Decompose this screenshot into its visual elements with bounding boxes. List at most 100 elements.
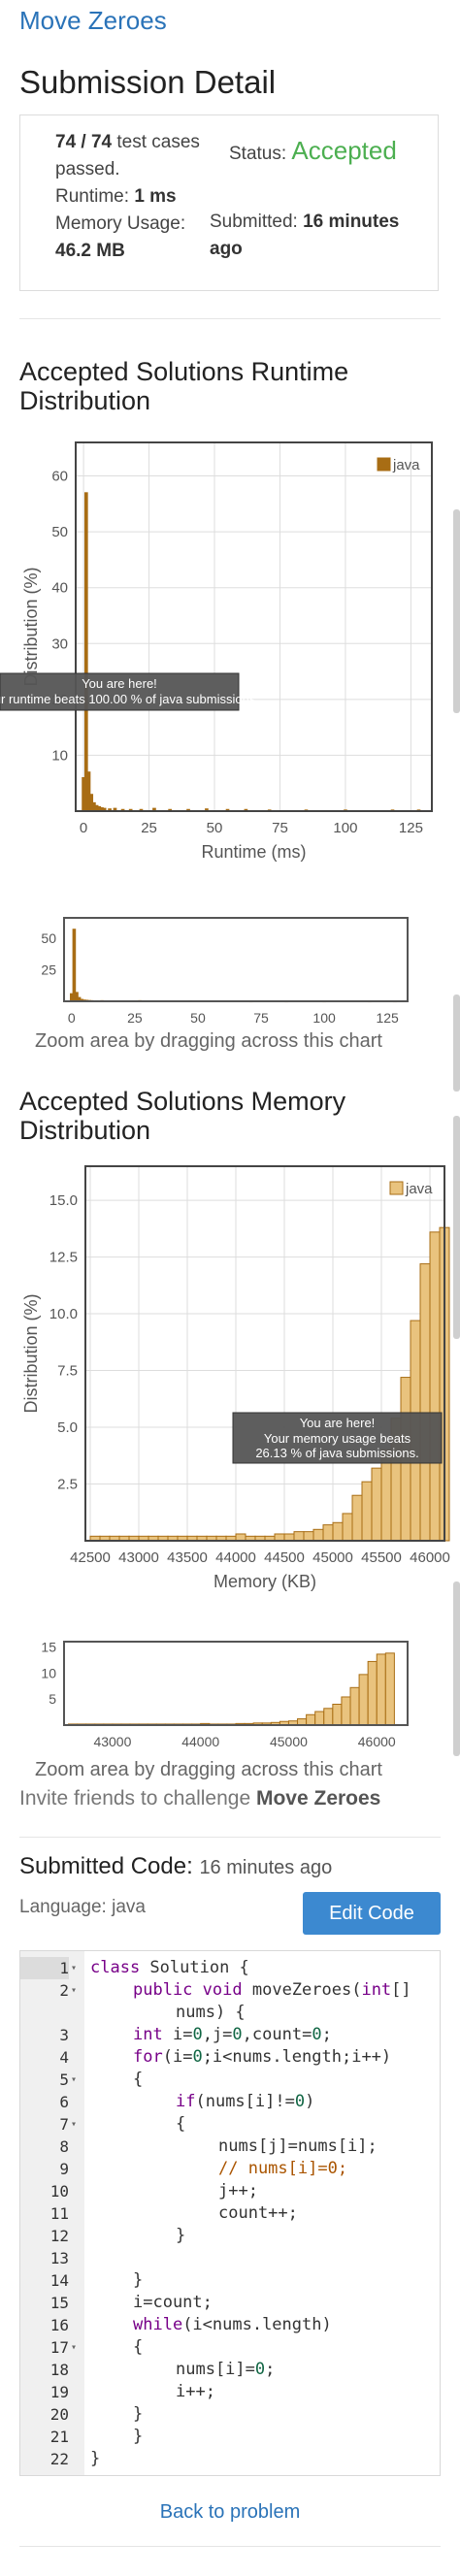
chart-bar: [349, 1686, 360, 1726]
chart-bar: [72, 929, 77, 1002]
code-line[interactable]: 9 // nums[i]=0;: [20, 2158, 440, 2180]
y-tick-label: 12.5: [49, 1250, 78, 1266]
runtime-zoom-chart[interactable]: 25 50 0 25 50 75 100 125: [0, 902, 460, 1030]
submission-detail-box: 74 / 74 test cases passed. Runtime: 1 ms…: [19, 114, 439, 291]
submitted-code-time: 16 minutes ago: [199, 1857, 333, 1878]
submitted-code-label: Submitted Code:: [19, 1853, 200, 1879]
chart-bar: [351, 1494, 363, 1542]
y-tick-label: 50: [51, 524, 68, 540]
code-line[interactable]: 4 for(i=0;i<nums.length;i++): [20, 2046, 440, 2069]
back-to-problem-link[interactable]: Back to problem: [0, 2501, 460, 2524]
testcases-passed: passed.: [55, 159, 120, 179]
code-line[interactable]: 22}: [20, 2448, 440, 2470]
code-line[interactable]: 13: [20, 2247, 440, 2269]
memory-title-line1: Accepted Solutions Memory: [19, 1087, 346, 1116]
chart-bar: [293, 1531, 305, 1542]
x-tick-label: 46000: [410, 1549, 450, 1566]
chart-bar: [83, 492, 88, 812]
code-line[interactable]: 2 ▾ public void moveZeroes(int[]: [20, 1979, 440, 2002]
code-editor[interactable]: 1 ▾ class Solution {2 ▾ public void moveZero…: [19, 1950, 441, 2476]
legend-swatch: [377, 457, 391, 472]
runtime-chart[interactable]: 1020304050600255075100125Runtime (ms)Dis…: [0, 423, 460, 869]
memory-zoom-hint: Zoom area by dragging across this chart: [35, 1759, 382, 1780]
fold-arrow-icon[interactable]: ▾: [71, 2113, 77, 2136]
memory-zoom-chart[interactable]: 5 10 15 43000 44000 45000 46000: [0, 1628, 460, 1756]
code-line[interactable]: 17 ▾ {: [20, 2336, 440, 2359]
y-tick-label: 5: [49, 1691, 56, 1707]
x-tick-label: 43000: [118, 1549, 159, 1566]
code-text: }: [133, 2427, 144, 2446]
code-line[interactable]: 16 while(i<nums.length): [20, 2314, 440, 2336]
chart-bar: [323, 1708, 334, 1726]
x-tick-label: 44000: [215, 1549, 256, 1566]
x-tick-label: 50: [207, 820, 223, 836]
x-tick-label: 0: [68, 1010, 76, 1026]
code-line[interactable]: 15 i=count;: [20, 2292, 440, 2314]
code-text: }: [176, 2226, 186, 2245]
line-number: 11: [49, 2204, 69, 2223]
fold-arrow-icon[interactable]: ▾: [71, 2336, 77, 2359]
code-line[interactable]: 1 ▾ class Solution {: [20, 1957, 440, 1979]
chart-bar: [384, 1652, 395, 1726]
y-tick-label: 25: [41, 962, 56, 977]
code-line[interactable]: 18 nums[i]=0;: [20, 2359, 440, 2381]
divider: [19, 2546, 441, 2547]
code-line[interactable]: 20}: [20, 2403, 440, 2426]
divider: [19, 318, 441, 319]
x-tick-label: 125: [376, 1010, 399, 1026]
code-line[interactable]: 19 i++;: [20, 2381, 440, 2403]
code-text: count++;: [218, 2203, 298, 2223]
submitted-label: Submitted:: [210, 212, 304, 232]
memory-chart[interactable]: 2.5 5.0 7.5 10.0 12.5 15.0 42500 43000 43500 4400…: [0, 1153, 460, 1599]
x-tick-label: 45000: [312, 1549, 353, 1566]
edit-code-button[interactable]: Edit Code: [303, 1892, 441, 1935]
code-line[interactable]: 14}: [20, 2269, 440, 2292]
code-line[interactable]: 7 ▾ {: [20, 2113, 440, 2136]
code-line[interactable]: 12}: [20, 2225, 440, 2247]
fold-arrow-icon[interactable]: ▾: [71, 2069, 77, 2091]
fold-arrow-icon[interactable]: ▾: [71, 1957, 77, 1979]
y-tick-label: 15: [41, 1639, 56, 1654]
code-line[interactable]: 11 count++;: [20, 2202, 440, 2225]
chart-bar: [235, 1533, 246, 1542]
chart-bar: [314, 1711, 325, 1726]
code-text: }: [90, 2449, 101, 2468]
scrollbar-thumb[interactable]: [453, 1581, 460, 1756]
code-text: for(i=0;i<nums.length;i++): [133, 2047, 392, 2067]
code-line[interactable]: 5 ▾ {: [20, 2069, 440, 2091]
problem-link[interactable]: Move Zeroes: [19, 6, 167, 36]
y-tick-label: 10: [51, 747, 68, 764]
code-line[interactable]: 8 nums[j]=nums[i];: [20, 2136, 440, 2158]
fold-arrow-icon[interactable]: ▾: [71, 1979, 77, 2002]
code-text: {: [176, 2114, 186, 2134]
chart-bar: [283, 1533, 295, 1542]
tooltip-line: You are here!: [82, 676, 157, 691]
x-tick-label: 42500: [70, 1549, 111, 1566]
x-tick-label: 125: [399, 820, 423, 836]
x-tick-label: 45500: [361, 1549, 402, 1566]
scrollbar-thumb[interactable]: [453, 995, 460, 1092]
chart-bar: [367, 1660, 378, 1726]
chart-bar: [332, 1704, 343, 1726]
code-line[interactable]: 6 if(nums[i]!=0): [20, 2091, 440, 2113]
code-line[interactable]: nums) {: [20, 2002, 440, 2024]
invite-text: Invite friends to challenge Move Zeroes: [19, 1787, 380, 1810]
y-tick-label: 50: [41, 930, 56, 946]
line-number: 14: [49, 2271, 69, 2290]
line-number: 5: [59, 2071, 69, 2089]
scrollbar-thumb[interactable]: [453, 1116, 460, 1339]
code-line[interactable]: 10 j++;: [20, 2180, 440, 2202]
line-number: 21: [49, 2428, 69, 2446]
runtime-title-line1: Accepted Solutions Runtime: [19, 357, 349, 386]
invite-problem[interactable]: Move Zeroes: [256, 1787, 380, 1810]
runtime-title-line2: Distribution: [19, 386, 151, 415]
x-tick-label: 44500: [264, 1549, 305, 1566]
code-line[interactable]: 3 int i=0,j=0,count=0;: [20, 2024, 440, 2046]
code-text: while(i<nums.length): [133, 2315, 332, 2334]
scrollbar-thumb[interactable]: [453, 509, 460, 713]
code-line[interactable]: 21}: [20, 2426, 440, 2448]
status-value[interactable]: Accepted: [291, 136, 396, 165]
x-tick-label: 100: [333, 820, 357, 836]
x-axis-label: Runtime (ms): [201, 842, 306, 862]
legend-swatch: [389, 1181, 404, 1195]
